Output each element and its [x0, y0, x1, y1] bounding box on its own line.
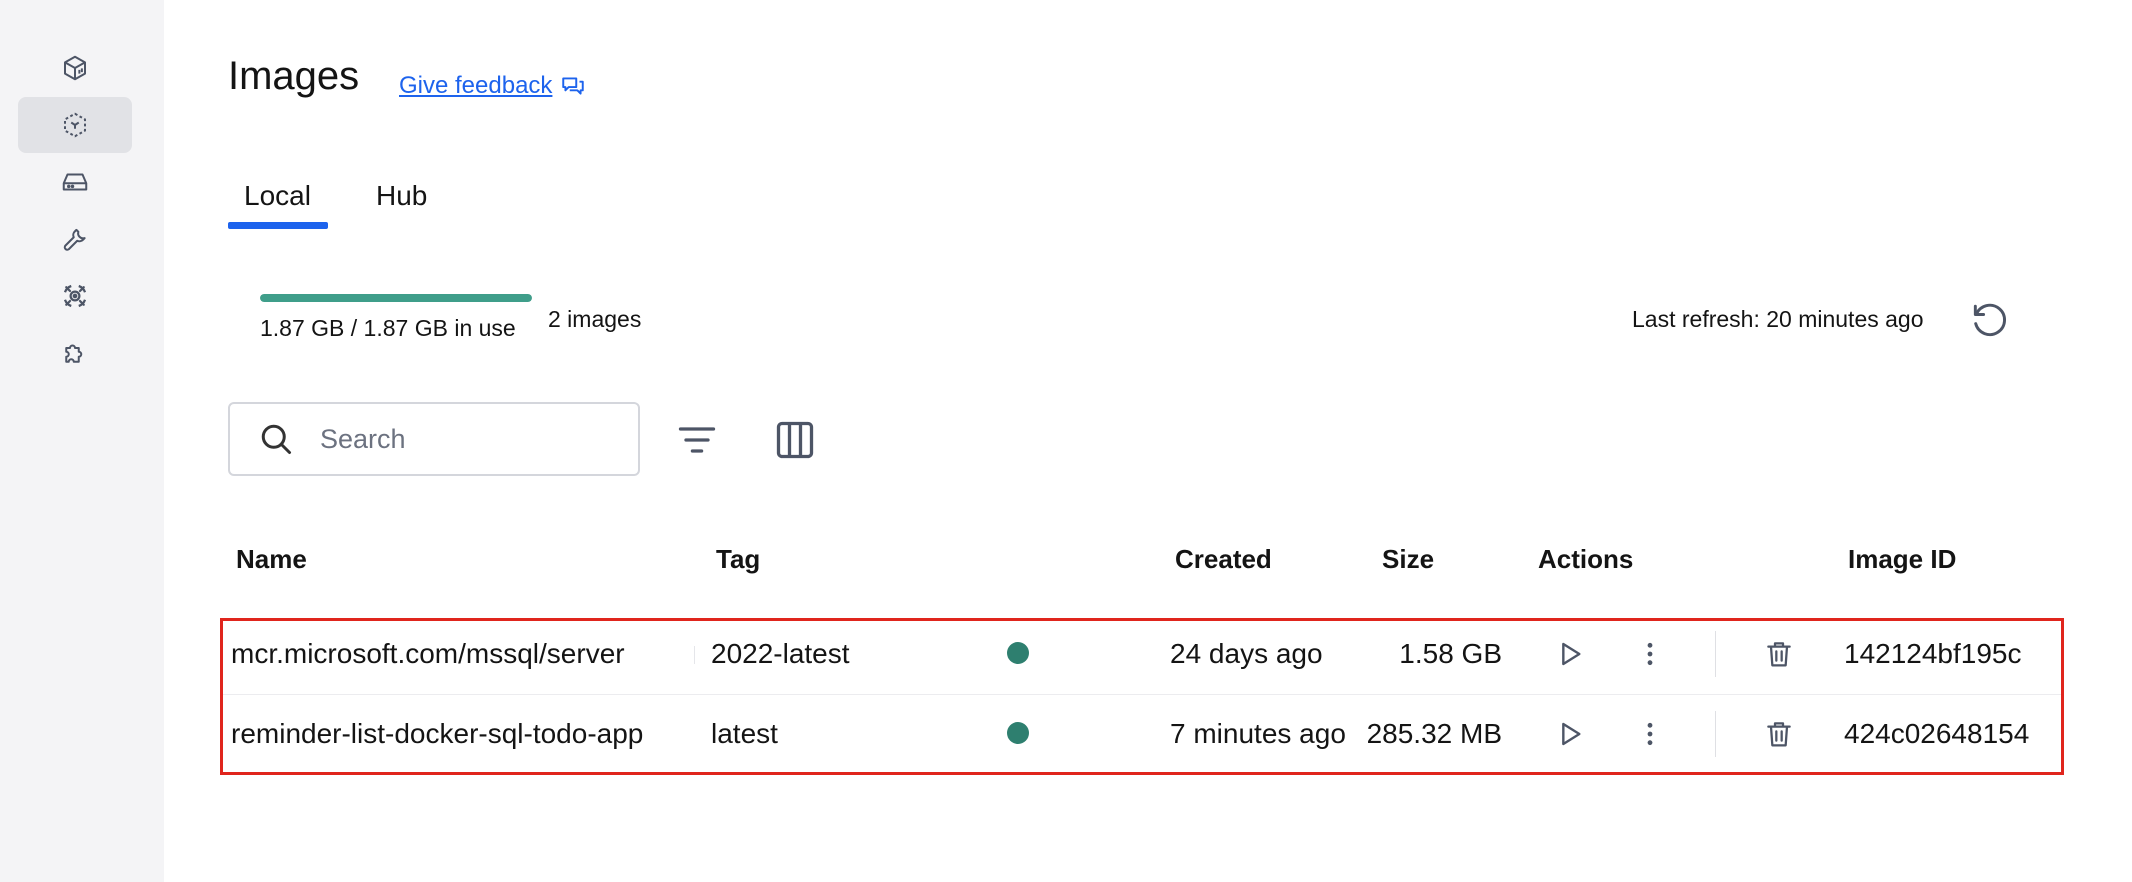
image-size: 285.32 MB	[1366, 718, 1502, 749]
play-icon	[1562, 722, 1581, 746]
sidebar-item-scout[interactable]	[18, 268, 132, 324]
delete-button[interactable]	[1757, 712, 1801, 756]
column-divider	[694, 646, 695, 664]
column-header-actions: Actions	[1538, 544, 1634, 574]
row-divider	[223, 694, 2061, 695]
search-input[interactable]	[320, 423, 620, 455]
refresh-button[interactable]	[1966, 296, 2014, 344]
image-name[interactable]: mcr.microsoft.com/mssql/server	[231, 638, 625, 670]
column-header-name[interactable]: Name	[236, 544, 307, 575]
images-count: 2 images	[548, 306, 642, 332]
run-button[interactable]	[1548, 632, 1592, 676]
feedback-icon	[562, 77, 585, 95]
containers-icon	[64, 55, 86, 81]
page-title: Images	[228, 54, 360, 98]
give-feedback-link[interactable]: Give feedback	[399, 72, 586, 100]
last-refresh-text: Last refresh: 20 minutes ago	[1632, 306, 1924, 332]
image-created: 24 days ago	[1170, 638, 1323, 669]
image-tag: 2022-latest	[711, 638, 850, 669]
more-vertical-icon	[1647, 722, 1653, 746]
puzzle-icon	[65, 344, 83, 363]
play-icon	[1562, 642, 1581, 666]
more-vertical-icon	[1647, 642, 1653, 666]
tab-local[interactable]: Local	[244, 180, 311, 212]
sidebar-item-volumes[interactable]	[18, 154, 132, 210]
columns-button[interactable]	[771, 416, 819, 464]
filter-button[interactable]	[673, 416, 721, 464]
search-icon	[261, 424, 291, 454]
column-header-created[interactable]: Created	[1175, 544, 1272, 575]
volumes-icon	[62, 173, 88, 191]
image-name[interactable]: reminder-list-docker-sql-todo-app	[231, 718, 643, 750]
column-header-tag[interactable]: Tag	[716, 544, 760, 575]
disk-usage-bar	[260, 294, 532, 302]
sidebar	[0, 0, 164, 882]
active-tab-indicator	[228, 222, 328, 229]
column-header-size[interactable]: Size	[1382, 544, 1434, 575]
image-size: 1.58 GB	[1399, 638, 1502, 669]
search-box[interactable]	[228, 402, 640, 476]
scout-icon	[63, 284, 87, 308]
delete-button[interactable]	[1757, 632, 1801, 676]
image-tag: latest	[711, 718, 778, 749]
images-icon	[64, 112, 86, 138]
actions-divider	[1715, 631, 1716, 677]
column-header-image-id[interactable]: Image ID	[1848, 544, 1956, 575]
refresh-icon	[1973, 303, 2006, 337]
filter-icon	[678, 427, 716, 453]
tab-hub[interactable]: Hub	[376, 180, 427, 212]
image-created: 7 minutes ago	[1170, 718, 1346, 749]
disk-usage-text: 1.87 GB / 1.87 GB in use	[260, 315, 516, 341]
in-use-status-dot	[1007, 722, 1029, 744]
image-id: 424c02648154	[1844, 718, 2030, 749]
give-feedback-label: Give feedback	[399, 72, 553, 99]
trash-icon	[1767, 642, 1791, 667]
image-id: 142124bf195c	[1844, 638, 2022, 669]
more-actions-button[interactable]	[1628, 712, 1672, 756]
app-root: Images Give feedback Local Hub 1.87 GB /…	[0, 0, 2132, 882]
run-button[interactable]	[1548, 712, 1592, 756]
in-use-status-dot	[1007, 642, 1029, 664]
columns-icon	[776, 421, 814, 459]
more-actions-button[interactable]	[1628, 632, 1672, 676]
sidebar-item-images[interactable]	[18, 97, 132, 153]
sidebar-item-extensions[interactable]	[18, 325, 132, 381]
sidebar-item-dev-environments[interactable]	[18, 211, 132, 267]
wrench-icon	[63, 228, 86, 251]
sidebar-item-containers[interactable]	[18, 40, 132, 96]
trash-icon	[1767, 722, 1791, 747]
actions-divider	[1715, 711, 1716, 757]
disk-usage-fill	[260, 294, 532, 302]
